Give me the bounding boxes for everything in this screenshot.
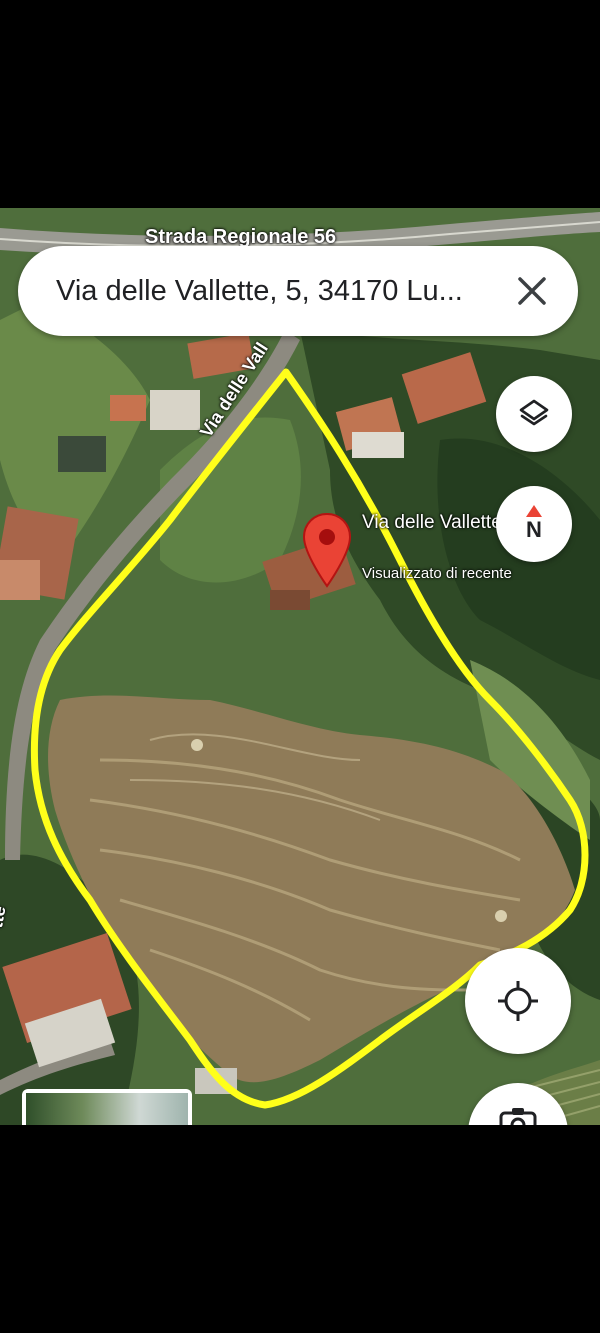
my-location-button[interactable] (465, 948, 571, 1054)
layers-icon (519, 399, 549, 426)
my-location-icon (498, 981, 538, 1021)
street-view-image (26, 1093, 188, 1125)
compass-needle-icon (526, 505, 542, 517)
compass-button[interactable]: N (496, 486, 572, 562)
street-view-thumbnail[interactable] (22, 1089, 192, 1125)
close-icon[interactable] (514, 273, 550, 309)
location-pin-icon[interactable] (302, 512, 352, 588)
search-input[interactable]: Via delle Vallette, 5, 34170 Lu... (56, 275, 496, 308)
compass-label: N (526, 517, 542, 542)
place-subtitle: Visualizzato di recente (362, 565, 512, 582)
letterbox-bottom (0, 1125, 600, 1333)
search-bar[interactable]: Via delle Vallette, 5, 34170 Lu... (18, 246, 578, 336)
letterbox-top (0, 0, 600, 208)
layers-button[interactable] (496, 376, 572, 452)
